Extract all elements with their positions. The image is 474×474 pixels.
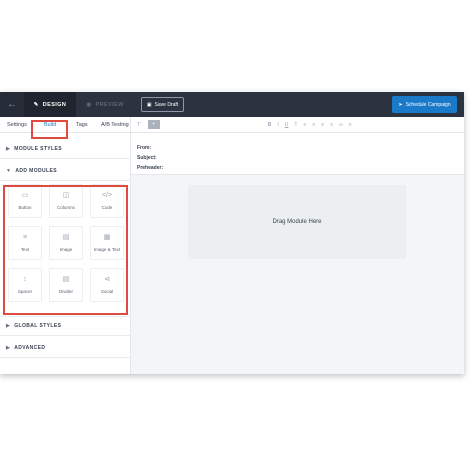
align-right-icon[interactable]: ≡: [321, 122, 324, 128]
italic-icon[interactable]: I: [277, 122, 278, 128]
save-draft-label: Save Draft: [154, 101, 179, 108]
chevron-right-icon: ▶: [6, 145, 11, 152]
from-field[interactable]: From:: [137, 145, 163, 155]
build-tab-highlight: [31, 120, 68, 139]
section-label: GLOBAL STYLES: [14, 323, 62, 329]
section-label: MODULE STYLES: [14, 145, 62, 152]
section-label: ADD MODULES: [15, 167, 57, 174]
tab-preview-label: PREVIEW: [95, 101, 124, 108]
drop-zone[interactable]: Drag Module Here: [188, 185, 406, 259]
tab-ab-testing[interactable]: A/B Testing: [101, 117, 129, 133]
editor-main: Tˇ + B I U T ≡ ≡ ≡ ≡ ∞ ≡ From: Subject: …: [131, 117, 464, 374]
arrow-left-icon: ←: [7, 99, 17, 110]
schedule-campaign-button[interactable]: ➤ Schedule Campaign: [392, 96, 457, 113]
save-icon: ▣: [146, 101, 152, 108]
drop-zone-label: Drag Module Here: [272, 219, 322, 225]
send-icon: ➤: [398, 101, 403, 108]
subject-field[interactable]: Subject:: [137, 155, 163, 165]
pencil-icon: ✎: [33, 101, 39, 108]
email-header-fields: From: Subject: Preheader:: [137, 145, 163, 175]
link-icon[interactable]: ∞: [339, 122, 343, 128]
section-global-styles[interactable]: ▶ GLOBAL STYLES: [0, 316, 131, 336]
tab-design-label: DESIGN: [42, 101, 67, 108]
align-center-icon[interactable]: ≡: [312, 122, 315, 128]
tab-preview[interactable]: ◉ PREVIEW: [80, 92, 130, 117]
align-left-icon[interactable]: ≡: [303, 122, 306, 128]
chevron-down-icon: ▼: [6, 167, 12, 174]
save-draft-button[interactable]: ▣ Save Draft: [141, 97, 184, 112]
list-icon[interactable]: ≡: [330, 122, 333, 128]
section-add-modules[interactable]: ▼ ADD MODULES: [0, 161, 131, 181]
tab-design[interactable]: ✎ DESIGN: [24, 92, 76, 117]
schedule-label: Schedule Campaign: [405, 101, 451, 108]
tab-tags[interactable]: Tags: [76, 117, 88, 133]
text-color-icon[interactable]: T: [294, 122, 297, 128]
underline-icon[interactable]: U: [285, 122, 289, 128]
eye-icon: ◉: [86, 101, 92, 108]
back-button[interactable]: ←: [0, 92, 24, 117]
section-label: ADVANCED: [14, 344, 46, 351]
add-modules-highlight: [3, 185, 128, 315]
tab-settings[interactable]: Settings: [7, 117, 27, 133]
clear-format-icon[interactable]: ≡: [349, 122, 352, 128]
format-toolbar: Tˇ + B I U T ≡ ≡ ≡ ≡ ∞ ≡: [131, 117, 464, 133]
top-bar: ← ✎ DESIGN ◉ PREVIEW ▣ Save Draft ➤ Sche…: [0, 92, 464, 117]
section-module-styles[interactable]: ▶ MODULE STYLES: [0, 139, 131, 159]
email-canvas: Drag Module Here: [131, 175, 464, 374]
chevron-right-icon: ▶: [6, 323, 11, 329]
text-size-icon[interactable]: Tˇ: [137, 122, 142, 128]
section-advanced[interactable]: ▶ ADVANCED: [0, 338, 131, 358]
add-icon[interactable]: +: [147, 120, 160, 129]
bold-icon[interactable]: B: [268, 122, 272, 128]
chevron-right-icon: ▶: [6, 344, 11, 351]
